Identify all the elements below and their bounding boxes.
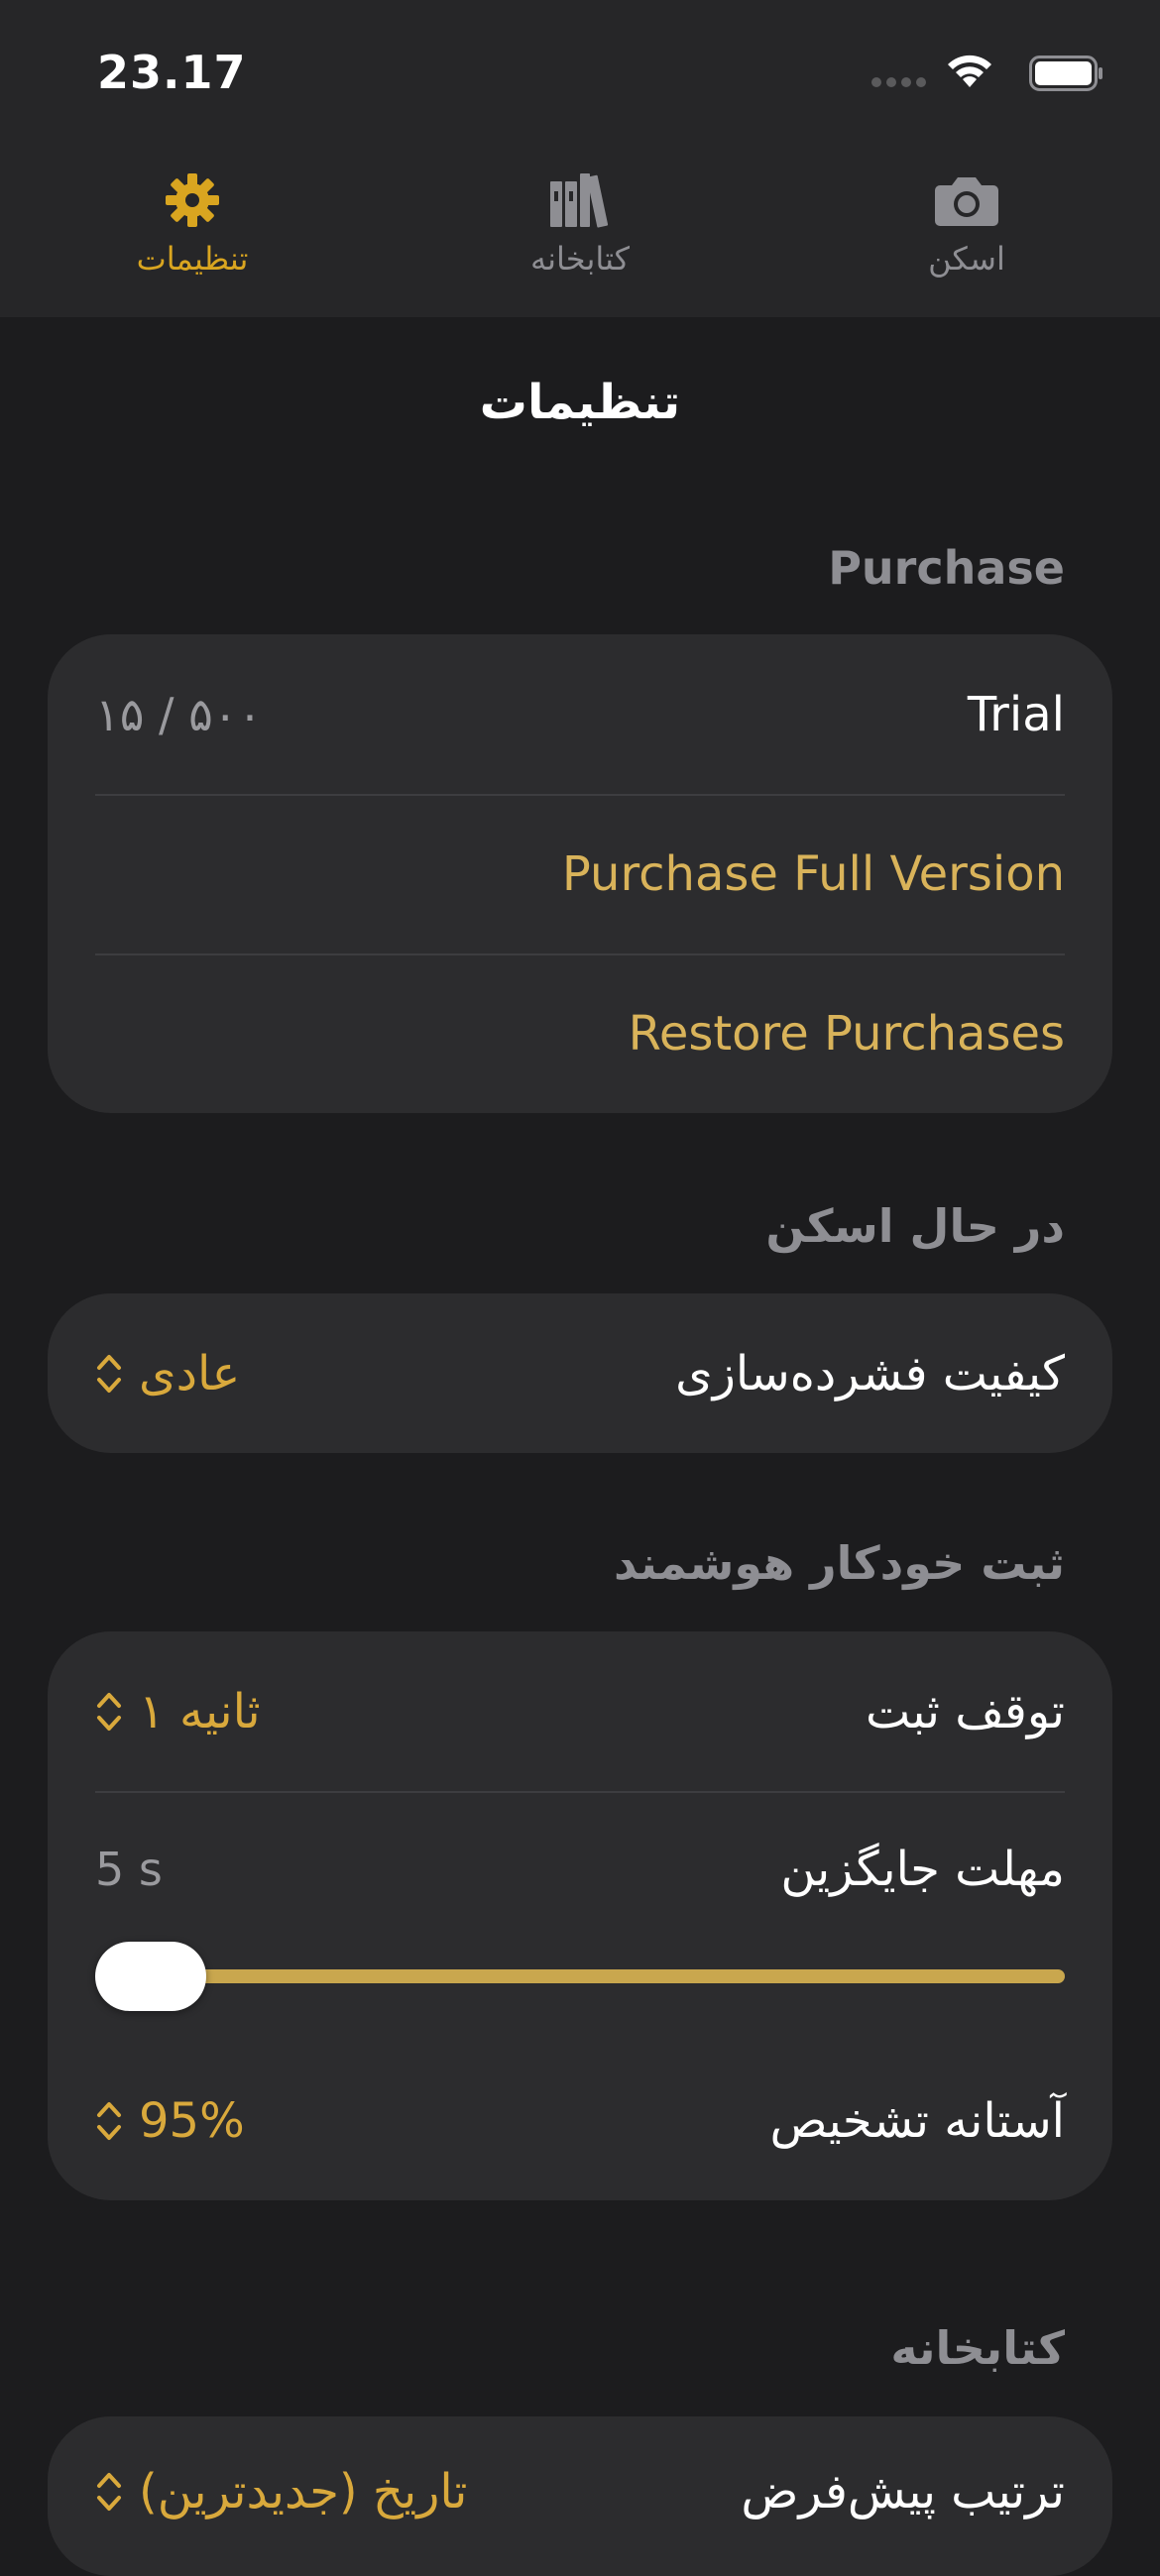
trial-count: ۱۵ / ۵۰۰ — [95, 687, 263, 741]
wifi-icon — [948, 55, 991, 87]
default-sort-row: تاریخ (جدیدترین) ترتیب پیش‌فرض — [48, 2416, 1112, 2576]
default-sort-label: ترتیب پیش‌فرض — [741, 2464, 1065, 2520]
chevron-up-down-icon — [97, 2101, 121, 2140]
section-header-library: کتابخانه — [890, 2321, 1065, 2375]
chevron-up-down-icon — [97, 1354, 121, 1393]
detection-threshold-value: 95% — [139, 2092, 245, 2149]
tab-settings[interactable]: تنظیمات — [73, 168, 311, 287]
battery-icon — [1029, 56, 1102, 91]
compression-quality-value: عادی — [139, 1345, 241, 1401]
books-icon — [548, 168, 612, 232]
tab-library-label: کتابخانه — [529, 240, 630, 278]
trial-row: ۱۵ / ۵۰۰ Trial — [48, 634, 1112, 794]
camera-icon — [934, 168, 999, 232]
capture-pause-picker[interactable]: ۱ ثانیه — [95, 1684, 261, 1739]
scanning-card: عادی کیفیت فشرده‌سازی — [48, 1293, 1112, 1453]
gear-icon — [164, 168, 221, 232]
tab-bar: تنظیمات کتابخانه اسکن — [0, 139, 1160, 317]
section-header-scanning: در حال اسکن — [765, 1199, 1065, 1253]
chevron-up-down-icon — [97, 2473, 121, 2511]
compression-quality-row: عادی کیفیت فشرده‌سازی — [48, 1293, 1112, 1453]
section-header-purchase: Purchase — [828, 541, 1065, 595]
default-sort-picker[interactable]: تاریخ (جدیدترین) — [95, 2464, 467, 2520]
status-time: 23.17 — [97, 46, 247, 99]
tab-library[interactable]: کتابخانه — [461, 168, 699, 287]
detection-threshold-row: 95% آستانه تشخیص — [48, 2041, 1112, 2200]
restore-purchases-button[interactable]: Restore Purchases — [48, 953, 1112, 1113]
capture-pause-row: ۱ ثانیه توقف ثبت — [48, 1631, 1112, 1791]
status-indicators — [847, 50, 1104, 97]
status-bar: 23.17 — [0, 0, 1160, 139]
library-card: تاریخ (جدیدترین) ترتیب پیش‌فرض — [48, 2416, 1112, 2576]
capture-pause-label: توقف ثبت — [865, 1683, 1065, 1739]
replace-timeout-label: مهلت جایگزین — [780, 1842, 1065, 1897]
tab-scan[interactable]: اسکن — [848, 168, 1086, 287]
compression-quality-picker[interactable]: عادی — [95, 1346, 240, 1401]
trial-label: Trial — [967, 686, 1065, 742]
compression-quality-label: کیفیت فشرده‌سازی — [675, 1345, 1065, 1401]
slider-thumb[interactable] — [95, 1942, 206, 2011]
detection-threshold-label: آستانه تشخیص — [769, 2092, 1065, 2149]
slider-track — [107, 1969, 1065, 1983]
purchase-full-version-label: Purchase Full Version — [561, 845, 1065, 902]
purchase-full-version-button[interactable]: Purchase Full Version — [48, 794, 1112, 953]
chevron-up-down-icon — [97, 1692, 121, 1731]
tab-settings-label: تنظیمات — [136, 240, 249, 278]
tab-scan-label: اسکن — [928, 240, 1005, 278]
section-header-auto-capture: ثبت خودکار هوشمند — [613, 1536, 1065, 1590]
default-sort-value: تاریخ (جدیدترین) — [139, 2464, 468, 2520]
detection-threshold-picker[interactable]: 95% — [95, 2093, 245, 2149]
page-title: تنظیمات — [479, 375, 681, 430]
replace-timeout-value: 5 s — [95, 1843, 163, 1896]
auto-capture-card: ۱ ثانیه توقف ثبت 5 s مهلت جایگزین 95% آس… — [48, 1631, 1112, 2200]
capture-pause-value: ۱ ثانیه — [139, 1683, 261, 1739]
restore-purchases-label: Restore Purchases — [628, 1005, 1065, 1062]
purchase-card: ۱۵ / ۵۰۰ Trial Purchase Full Version Res… — [48, 634, 1112, 1113]
cellular-signal-icon — [871, 77, 926, 87]
